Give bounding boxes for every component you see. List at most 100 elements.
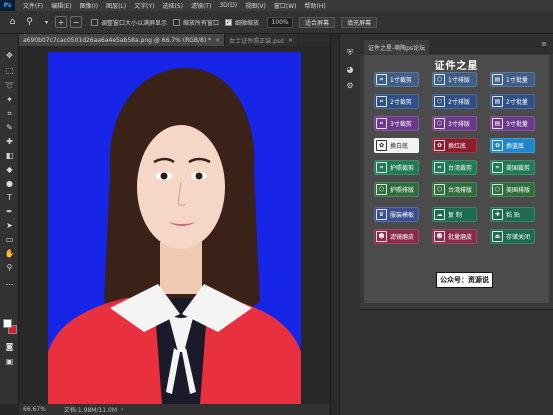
- menu-view[interactable]: 视图(V): [245, 1, 266, 10]
- plugin-button-label: 美国裁剪: [506, 165, 531, 172]
- plugin-button-5[interactable]: ⬡ 2寸排版: [432, 94, 477, 109]
- id-photo-image[interactable]: [48, 52, 301, 404]
- zoom-out-icon[interactable]: −: [70, 16, 82, 28]
- close-icon[interactable]: ×: [215, 37, 220, 44]
- plugin-button-label: 换白底: [390, 143, 409, 150]
- id-photo-plugin-panel: 证件之星-萌陶ps论坛 ≡ 证件之星 ⌗ 1寸裁剪 ⬡ 1寸排版 ▤ 1寸批量 ⌗ 2寸裁剪 ⬡…: [360, 34, 553, 415]
- tab-inactive-document[interactable]: 女士证件照正装.psd ×: [224, 34, 297, 46]
- magic-wand-tool-icon[interactable]: ✦: [3, 94, 16, 105]
- plugin-button-13[interactable]: ⌗ 护照裁剪: [374, 160, 419, 175]
- plugin-button-6[interactable]: ▤ 2寸批量: [490, 94, 535, 109]
- paint-bucket-tool-icon[interactable]: ◆: [3, 164, 16, 175]
- tab-active-document[interactable]: a690b07c7cac0501d26aa6a4e5ab58a.png @ 66…: [19, 34, 225, 46]
- zoom-all-windows-label: 缩放所有窗口: [183, 19, 220, 27]
- menu-filter[interactable]: 滤镜(T): [191, 1, 211, 10]
- color-panel-icon[interactable]: ◕: [344, 64, 356, 74]
- fill-screen-button[interactable]: 填充屏幕: [341, 16, 378, 28]
- menu-bar: Ps 文件(F) 编辑(E) 图像(I) 图层(L) 文字(Y) 选择(S) 滤…: [0, 0, 553, 11]
- zoom-value-field[interactable]: 100%: [267, 16, 294, 28]
- menu-file[interactable]: 文件(F): [23, 1, 43, 10]
- marquee-tool-icon[interactable]: ⬚: [3, 65, 16, 76]
- plugin-button-16[interactable]: ⬡ 护照排版: [374, 182, 419, 197]
- dodge-tool-icon[interactable]: ●: [3, 178, 16, 189]
- type-tool-icon[interactable]: T: [3, 192, 16, 203]
- hand-tool-icon[interactable]: ✋: [3, 248, 16, 259]
- eyedropper-tool-icon[interactable]: ✎: [3, 122, 16, 133]
- zoom-level-readout[interactable]: 66.67%: [23, 406, 46, 413]
- crop-icon: ⌗: [376, 74, 387, 85]
- crop-icon: ⌗: [376, 118, 387, 129]
- plugin-panel-icon[interactable]: ⛨: [344, 48, 356, 58]
- quick-mask-icon[interactable]: ◙: [3, 341, 16, 352]
- crop-tool-icon[interactable]: ⌗: [3, 108, 16, 119]
- zoom-tool-icon[interactable]: ⚲: [23, 16, 36, 29]
- filter-smooth-icon: ☻: [376, 231, 387, 242]
- plugin-button-1[interactable]: ⌗ 1寸裁剪: [374, 72, 419, 87]
- menu-help[interactable]: 帮助(H): [305, 1, 326, 10]
- plugin-button-3[interactable]: ▤ 1寸批量: [490, 72, 535, 87]
- chevron-right-icon[interactable]: ›: [121, 406, 123, 413]
- scrubby-zoom-checkbox[interactable]: ✓: [225, 18, 233, 26]
- panel-menu-icon[interactable]: ≡: [541, 40, 547, 48]
- red-background-icon: ✿: [434, 140, 445, 151]
- home-icon[interactable]: ⌂: [6, 16, 19, 29]
- plugin-button-17[interactable]: ⬡ 台湾排版: [432, 182, 477, 197]
- rectangle-tool-icon[interactable]: ▭: [3, 234, 16, 245]
- plugin-button-12[interactable]: ✿ 换蓝底: [490, 138, 535, 153]
- plugin-button-4[interactable]: ⌗ 2寸裁剪: [374, 94, 419, 109]
- photoshop-logo-icon[interactable]: Ps: [0, 0, 15, 11]
- screen-mode-icon[interactable]: ▣: [3, 356, 16, 367]
- zoom-in-icon[interactable]: +: [55, 16, 67, 28]
- plugin-button-label: 3寸批量: [506, 121, 528, 128]
- path-selection-tool-icon[interactable]: ➤: [3, 220, 16, 231]
- plugin-button-label: 3寸裁剪: [390, 121, 412, 128]
- move-tool-icon[interactable]: ✥: [3, 50, 16, 61]
- chevron-down-icon[interactable]: ▾: [40, 16, 53, 29]
- crop-icon: ⌗: [434, 162, 445, 173]
- adjustments-panel-icon[interactable]: ⚙: [344, 80, 356, 90]
- healing-brush-tool-icon[interactable]: ✚: [3, 136, 16, 147]
- plugin-button-20[interactable]: ☁ 复 制: [432, 207, 477, 222]
- panel-dock-gutter[interactable]: [330, 34, 339, 415]
- menu-image[interactable]: 图像(I): [80, 1, 98, 10]
- plugin-button-14[interactable]: ⌗ 台湾裁剪: [432, 160, 477, 175]
- plugin-button-23[interactable]: ☻ 批量磨皮: [432, 229, 477, 244]
- pen-tool-icon[interactable]: ✒: [3, 206, 16, 217]
- document-tabs: a690b07c7cac0501d26aa6a4e5ab58a.png @ 66…: [19, 34, 330, 46]
- plugin-button-24[interactable]: ⏏ 存储关闭: [490, 229, 535, 244]
- menu-edit[interactable]: 编辑(E): [51, 1, 71, 10]
- resize-windows-checkbox[interactable]: [91, 18, 98, 26]
- plugin-button-15[interactable]: ⌗ 美国裁剪: [490, 160, 535, 175]
- tab-id-photo-star[interactable]: 证件之星-萌陶ps论坛: [364, 40, 430, 54]
- zoom-all-windows-checkbox[interactable]: [173, 18, 181, 26]
- zoom-icon[interactable]: ⚲: [3, 262, 16, 273]
- canvas-area[interactable]: [19, 46, 330, 404]
- crop-icon: ⌗: [492, 162, 503, 173]
- foreground-color-swatch[interactable]: [3, 319, 12, 328]
- plugin-button-11[interactable]: ✿ 换红底: [432, 138, 477, 153]
- plugin-button-8[interactable]: ⬡ 3寸排版: [432, 116, 477, 131]
- plugin-button-10[interactable]: ✿ 换白底: [374, 138, 419, 153]
- plugin-button-9[interactable]: ▤ 3寸批量: [490, 116, 535, 131]
- document-size-readout[interactable]: 文档:1.98M/11.0M: [64, 405, 117, 414]
- menu-select[interactable]: 选择(S): [162, 1, 183, 10]
- plugin-button-21[interactable]: ✚ 粘 贴: [490, 207, 535, 222]
- menu-3d[interactable]: 3D(D): [219, 2, 237, 9]
- plugin-button-2[interactable]: ⬡ 1寸排版: [432, 72, 477, 87]
- public-account-badge: 公众号：资源说: [436, 272, 493, 288]
- plugin-button-7[interactable]: ⌗ 3寸裁剪: [374, 116, 419, 131]
- more-tools-icon[interactable]: ⋯: [3, 279, 16, 290]
- menu-window[interactable]: 窗口(W): [274, 1, 297, 10]
- close-icon[interactable]: ×: [288, 37, 293, 44]
- menu-layer[interactable]: 图层(L): [106, 1, 126, 10]
- plugin-button-label: 服装模板: [390, 212, 415, 219]
- menu-type[interactable]: 文字(Y): [134, 1, 154, 10]
- plugin-button-18[interactable]: ⬡ 美国排版: [490, 182, 535, 197]
- resize-windows-label: 调整窗口大小以满屏显示: [101, 19, 168, 27]
- clothing-template-icon: ♛: [376, 209, 387, 220]
- lasso-tool-icon[interactable]: ➰: [3, 80, 16, 91]
- plugin-button-22[interactable]: ☻ 滤镜磨皮: [374, 229, 419, 244]
- plugin-button-19[interactable]: ♛ 服装模板: [374, 207, 419, 222]
- eraser-tool-icon[interactable]: ◧: [3, 150, 16, 161]
- fit-screen-button[interactable]: 适合屏幕: [299, 16, 336, 28]
